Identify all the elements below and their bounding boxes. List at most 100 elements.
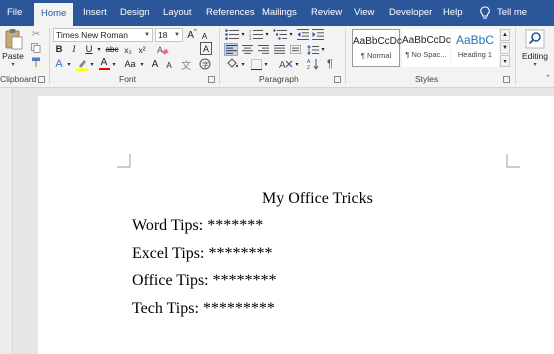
- italic-button[interactable]: I: [68, 43, 80, 56]
- tab-developer[interactable]: Developer: [389, 0, 432, 26]
- grow-font-button[interactable]: A ^: [186, 28, 198, 42]
- sort-button[interactable]: AZ: [306, 57, 320, 71]
- chevron-down-icon[interactable]: ▾: [240, 28, 246, 41]
- tell-me-search[interactable]: Tell me: [497, 0, 527, 26]
- chevron-down-icon[interactable]: ▾: [240, 57, 246, 71]
- subscript-button[interactable]: x₂: [122, 43, 134, 56]
- document-page[interactable]: My Office Tricks Word Tips: ******* Exce…: [38, 96, 554, 354]
- editing-label: Editing: [522, 51, 548, 61]
- multilevel-list-button[interactable]: [272, 28, 288, 41]
- highlight-button[interactable]: [75, 57, 89, 71]
- distributed-button[interactable]: [288, 43, 302, 56]
- document-title: My Office Tricks: [262, 190, 373, 207]
- svg-text:Z: Z: [307, 65, 310, 70]
- tab-insert[interactable]: Insert: [83, 0, 107, 26]
- change-case-button[interactable]: Aa: [121, 57, 139, 71]
- distributed-icon: [289, 45, 301, 54]
- shading-button[interactable]: [224, 57, 240, 71]
- editing-button[interactable]: Editing ▾: [518, 28, 552, 70]
- svg-text:A: A: [157, 45, 163, 55]
- increase-indent-button[interactable]: [311, 28, 324, 41]
- tab-view[interactable]: View: [354, 0, 374, 26]
- borders-button[interactable]: [249, 57, 263, 71]
- styles-scroll-down[interactable]: ▼: [500, 42, 510, 54]
- align-right-button[interactable]: [256, 43, 270, 56]
- justify-button[interactable]: [272, 43, 286, 56]
- numbering-button[interactable]: 123: [248, 28, 264, 41]
- style-sample: AaBbCcDc: [353, 36, 402, 47]
- tab-mailings[interactable]: Mailings: [262, 0, 297, 26]
- chevron-down-icon[interactable]: ▾: [264, 28, 270, 41]
- clipboard-dialog-launcher[interactable]: [38, 76, 45, 83]
- paragraph-dialog-launcher[interactable]: [334, 76, 341, 83]
- chevron-down-icon[interactable]: ▾: [89, 57, 95, 71]
- align-center-icon: [241, 45, 253, 54]
- font-size-dropdown[interactable]: 18 ▼: [155, 28, 183, 42]
- line-spacing-button[interactable]: [306, 43, 320, 56]
- asian-layout-button[interactable]: A: [278, 57, 294, 71]
- chevron-down-icon[interactable]: ▾: [320, 43, 326, 56]
- char-border-label: A: [202, 43, 209, 54]
- show-formatting-marks-button[interactable]: ¶: [324, 57, 336, 71]
- clear-formatting-button[interactable]: A: [156, 43, 170, 56]
- copy-button[interactable]: [30, 42, 42, 54]
- grow-font-label-2: A: [151, 58, 159, 70]
- underline-button[interactable]: U: [83, 43, 95, 56]
- style-name: ¶ No Spac...: [405, 50, 447, 59]
- chevron-down-icon[interactable]: ▾: [294, 57, 300, 71]
- tab-design[interactable]: Design: [120, 0, 150, 26]
- bold-button[interactable]: B: [53, 43, 65, 56]
- text-effects-button[interactable]: A: [53, 57, 65, 71]
- phonetic-guide-button[interactable]: 文: [180, 57, 192, 72]
- collapse-ribbon-button[interactable]: ⌃: [543, 73, 553, 83]
- cut-button[interactable]: ✂: [30, 28, 42, 40]
- tab-review[interactable]: Review: [311, 0, 342, 26]
- strikethrough-button[interactable]: abc: [104, 43, 120, 56]
- font-dialog-launcher[interactable]: [208, 76, 215, 83]
- shrink-font-label-2: A: [166, 60, 172, 70]
- chevron-down-icon: ▾: [11, 62, 15, 68]
- character-border-button[interactable]: A: [200, 42, 212, 55]
- tab-home[interactable]: Home: [34, 3, 74, 26]
- shrink-font-button[interactable]: A: [199, 30, 210, 42]
- paste-button[interactable]: Paste ▾: [2, 28, 24, 70]
- align-right-icon: [257, 45, 269, 54]
- style-normal[interactable]: AaBbCcDc ¶ Normal: [352, 29, 402, 67]
- text-effects-label: A: [55, 58, 63, 70]
- bold-label: B: [55, 44, 63, 55]
- chevron-down-icon[interactable]: ▾: [263, 57, 269, 71]
- chevron-down-icon[interactable]: ▾: [111, 57, 117, 71]
- font-name-dropdown[interactable]: Times New Roman ▼: [53, 28, 153, 42]
- shrink-font-button-2[interactable]: A: [164, 59, 174, 71]
- chevron-down-icon[interactable]: ▾: [66, 57, 72, 71]
- grow-font-button-2[interactable]: A: [149, 57, 161, 71]
- tab-references[interactable]: References: [206, 0, 255, 26]
- tab-file[interactable]: File: [7, 0, 22, 26]
- styles-dialog-launcher[interactable]: [503, 76, 510, 83]
- style-heading-1[interactable]: AaBbC Heading 1: [451, 29, 499, 67]
- chevron-down-icon[interactable]: ▾: [288, 28, 294, 41]
- format-painter-button[interactable]: [30, 56, 42, 68]
- chevron-down-icon: ▼: [174, 32, 180, 38]
- enclose-characters-button[interactable]: 字: [198, 57, 212, 71]
- document-line: Tech Tips: *********: [132, 300, 275, 317]
- lightbulb-icon[interactable]: [479, 6, 491, 20]
- font-color-button[interactable]: A: [98, 57, 110, 71]
- align-left-button[interactable]: [224, 43, 238, 56]
- style-name: ¶ Normal: [360, 51, 392, 60]
- bullets-button[interactable]: [224, 28, 240, 41]
- svg-text:字: 字: [202, 60, 209, 69]
- style-no-spacing[interactable]: AaBbCcDc ¶ No Spac...: [402, 29, 451, 67]
- styles-scroll-up[interactable]: ▲: [500, 29, 510, 41]
- chevron-down-icon[interactable]: ▾: [96, 43, 102, 56]
- styles-more-button[interactable]: ▾: [500, 55, 510, 67]
- tab-layout[interactable]: Layout: [163, 0, 192, 26]
- superscript-button[interactable]: x²: [136, 43, 148, 56]
- more-icon: ▾: [503, 58, 507, 65]
- decrease-indent-button[interactable]: [296, 28, 309, 41]
- strikethrough-label: abc: [105, 45, 119, 54]
- document-line: Word Tips: *******: [132, 217, 264, 234]
- chevron-down-icon[interactable]: ▾: [139, 57, 145, 71]
- tab-help[interactable]: Help: [443, 0, 463, 26]
- align-center-button[interactable]: [240, 43, 254, 56]
